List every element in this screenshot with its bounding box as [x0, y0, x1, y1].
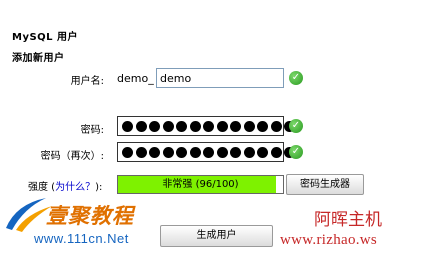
page-title: MySQL 用户	[12, 32, 79, 43]
password-mask-dot	[122, 121, 133, 132]
logo-url: www.111cn.Net	[34, 231, 129, 246]
password-mask-dot	[189, 121, 201, 132]
password-mask-dot	[257, 147, 268, 158]
watermark-logo-left: 壹聚教程 www.111cn.Net	[2, 194, 162, 254]
username-label: 用户名:	[70, 76, 104, 87]
password-mask-dot	[162, 147, 174, 158]
password-mask-dot	[230, 147, 241, 158]
strength-label-end: ):	[95, 182, 103, 193]
strength-meter: 非常强 (96/100)	[117, 175, 284, 194]
strength-help-link[interactable]: 为什么？	[55, 182, 95, 193]
section-title: 添加新用户	[12, 53, 65, 64]
password-mask-dot	[176, 121, 187, 132]
password-label: 密码:	[80, 125, 104, 136]
password-mask-dot	[203, 121, 214, 132]
password-mask-dot	[243, 121, 255, 132]
password-mask	[122, 120, 298, 134]
password-confirm-input[interactable]	[117, 142, 295, 162]
password-mask-dot	[135, 147, 147, 158]
check-circle-icon: ✓	[289, 119, 303, 133]
create-user-button[interactable]: 生成用户	[160, 225, 273, 247]
password-mask-dot	[135, 121, 147, 132]
password-mask-dot	[149, 147, 160, 158]
password-mask-dot	[189, 147, 201, 158]
watermark-name-right: 阿晖主机	[314, 210, 382, 230]
password-mask-dot	[216, 121, 228, 132]
username-input[interactable]: demo	[156, 68, 284, 88]
password-mask-dot	[270, 121, 282, 132]
username-prefix: demo_	[117, 72, 154, 85]
password-mask-dot	[149, 121, 160, 132]
password-confirm-mask	[122, 146, 298, 160]
strength-label-start: 强度 (	[28, 182, 56, 193]
username-value: demo	[160, 72, 192, 85]
password-generator-button[interactable]: 密码生成器	[286, 174, 364, 195]
password-mask-dot	[216, 147, 228, 158]
logo-text: 壹聚教程	[46, 203, 134, 228]
password-input[interactable]	[117, 116, 295, 136]
password-mask-dot	[243, 147, 255, 158]
password-mask-dot	[257, 121, 268, 132]
password-mask-dot	[122, 147, 133, 158]
strength-label: 强度 (为什么？):	[28, 178, 102, 193]
password-mask-dot	[176, 147, 187, 158]
password-confirm-label: 密码（再次）:	[40, 151, 104, 162]
check-circle-icon: ✓	[289, 71, 303, 85]
check-circle-icon: ✓	[289, 145, 303, 159]
watermark-url-right: www.rizhao.ws	[280, 232, 378, 248]
password-mask-dot	[162, 121, 174, 132]
password-mask-dot	[230, 121, 241, 132]
strength-text: 非常强 (96/100)	[162, 179, 239, 190]
password-mask-dot	[270, 147, 282, 158]
password-mask-dot	[203, 147, 214, 158]
